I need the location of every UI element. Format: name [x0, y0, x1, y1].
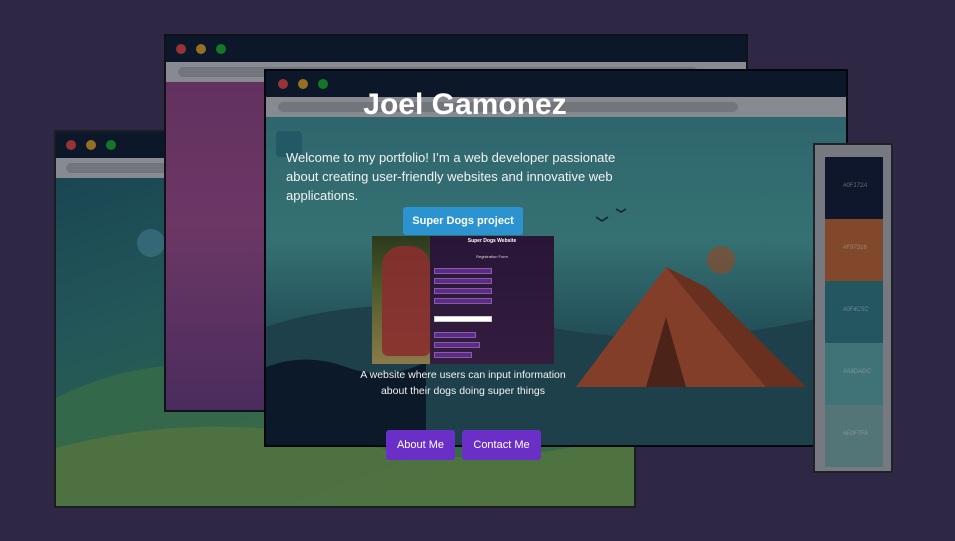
form-input: [434, 316, 492, 322]
form-field: [434, 288, 492, 294]
project-description: A website where users can input informat…: [360, 369, 566, 397]
page-title: Joel Gamonez: [363, 88, 567, 121]
project-thumbnail[interactable]: Super Dogs Website Registration Form: [372, 236, 554, 364]
portfolio-content: Joel Gamonez Welcome to my portfolio! I’…: [0, 0, 955, 541]
form-field: [434, 352, 472, 358]
form-field: [434, 268, 492, 274]
contact-me-button[interactable]: Contact Me: [462, 430, 541, 460]
form-field: [434, 298, 492, 304]
thumbnail-subtitle: Registration Form: [476, 254, 508, 259]
about-me-button[interactable]: About Me: [386, 430, 455, 460]
thumbnail-person-photo: [382, 246, 430, 356]
form-field: [434, 278, 492, 284]
intro-text: Welcome to my portfolio! I’m a web devel…: [286, 150, 616, 203]
form-field: [434, 342, 480, 348]
thumbnail-registration-form: Super Dogs Website Registration Form: [430, 236, 554, 364]
form-field: [434, 332, 476, 338]
thumbnail-title: Super Dogs Website: [467, 238, 517, 244]
super-dogs-project-button[interactable]: Super Dogs project: [403, 207, 523, 235]
